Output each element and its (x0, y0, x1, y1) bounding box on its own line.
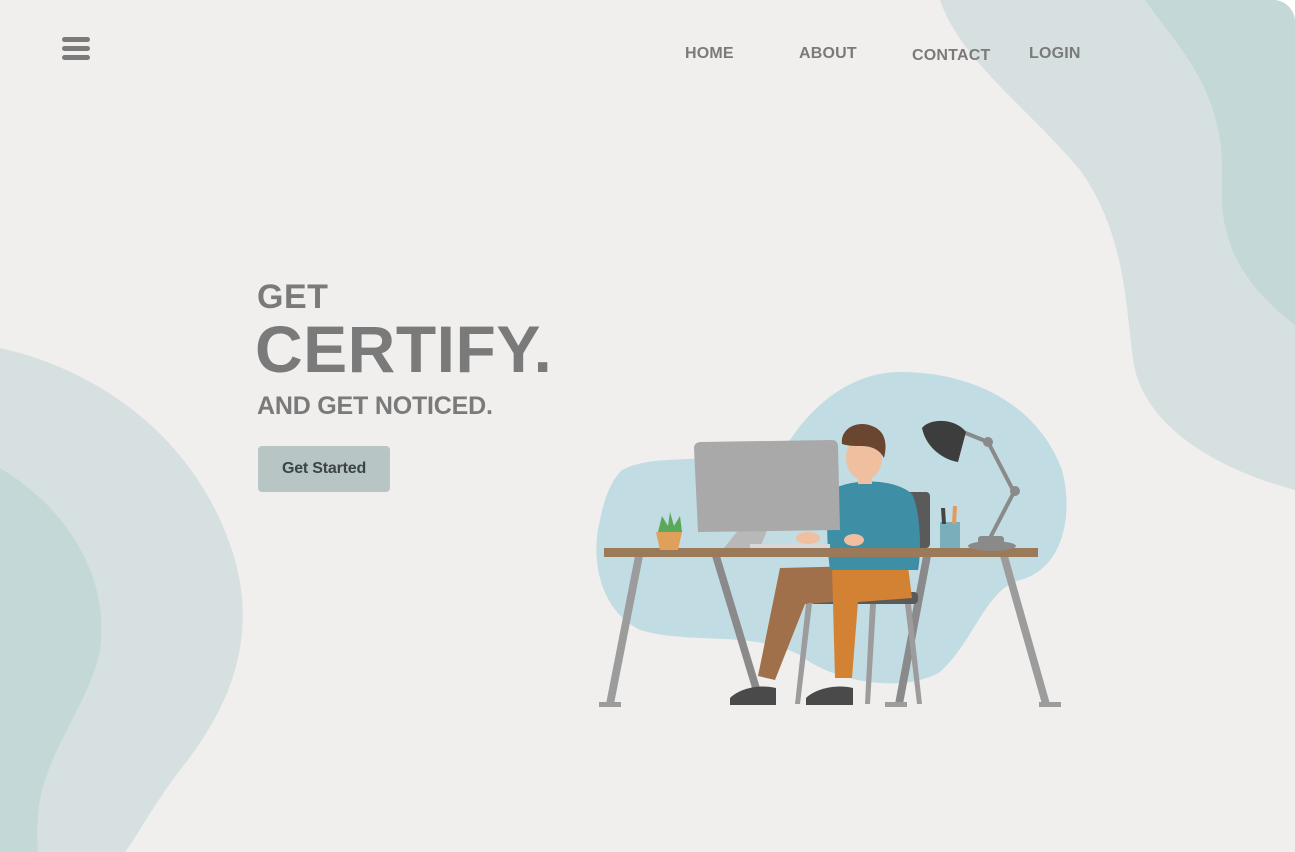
get-started-button[interactable]: Get Started (258, 446, 390, 492)
desk-foot (885, 702, 907, 707)
landing-page: HOME ABOUT CONTACT LOGIN GET CERTIFY. AN… (0, 0, 1295, 852)
shoe (806, 686, 853, 705)
hamburger-menu-icon[interactable] (62, 37, 90, 61)
person-hand (844, 534, 864, 546)
person-hand (796, 532, 820, 544)
nav-contact-link[interactable]: CONTACT (912, 47, 990, 65)
lamp-joint (1010, 486, 1020, 496)
pen-cup (940, 522, 960, 548)
nav-login-link[interactable]: LOGIN (1029, 45, 1081, 63)
desk-foot (1039, 702, 1061, 707)
person-working-at-desk-illustration (596, 372, 1067, 707)
shoe (730, 686, 776, 705)
desk-foot (599, 702, 621, 707)
plant-pot (656, 532, 682, 550)
monitor-screen (694, 440, 840, 532)
hero-title: CERTIFY. (255, 312, 553, 386)
nav-about-link[interactable]: ABOUT (799, 45, 857, 63)
nav-home-link[interactable]: HOME (685, 45, 734, 63)
lamp-joint (983, 437, 993, 447)
hero-subtitle: AND GET NOTICED. (257, 392, 493, 420)
